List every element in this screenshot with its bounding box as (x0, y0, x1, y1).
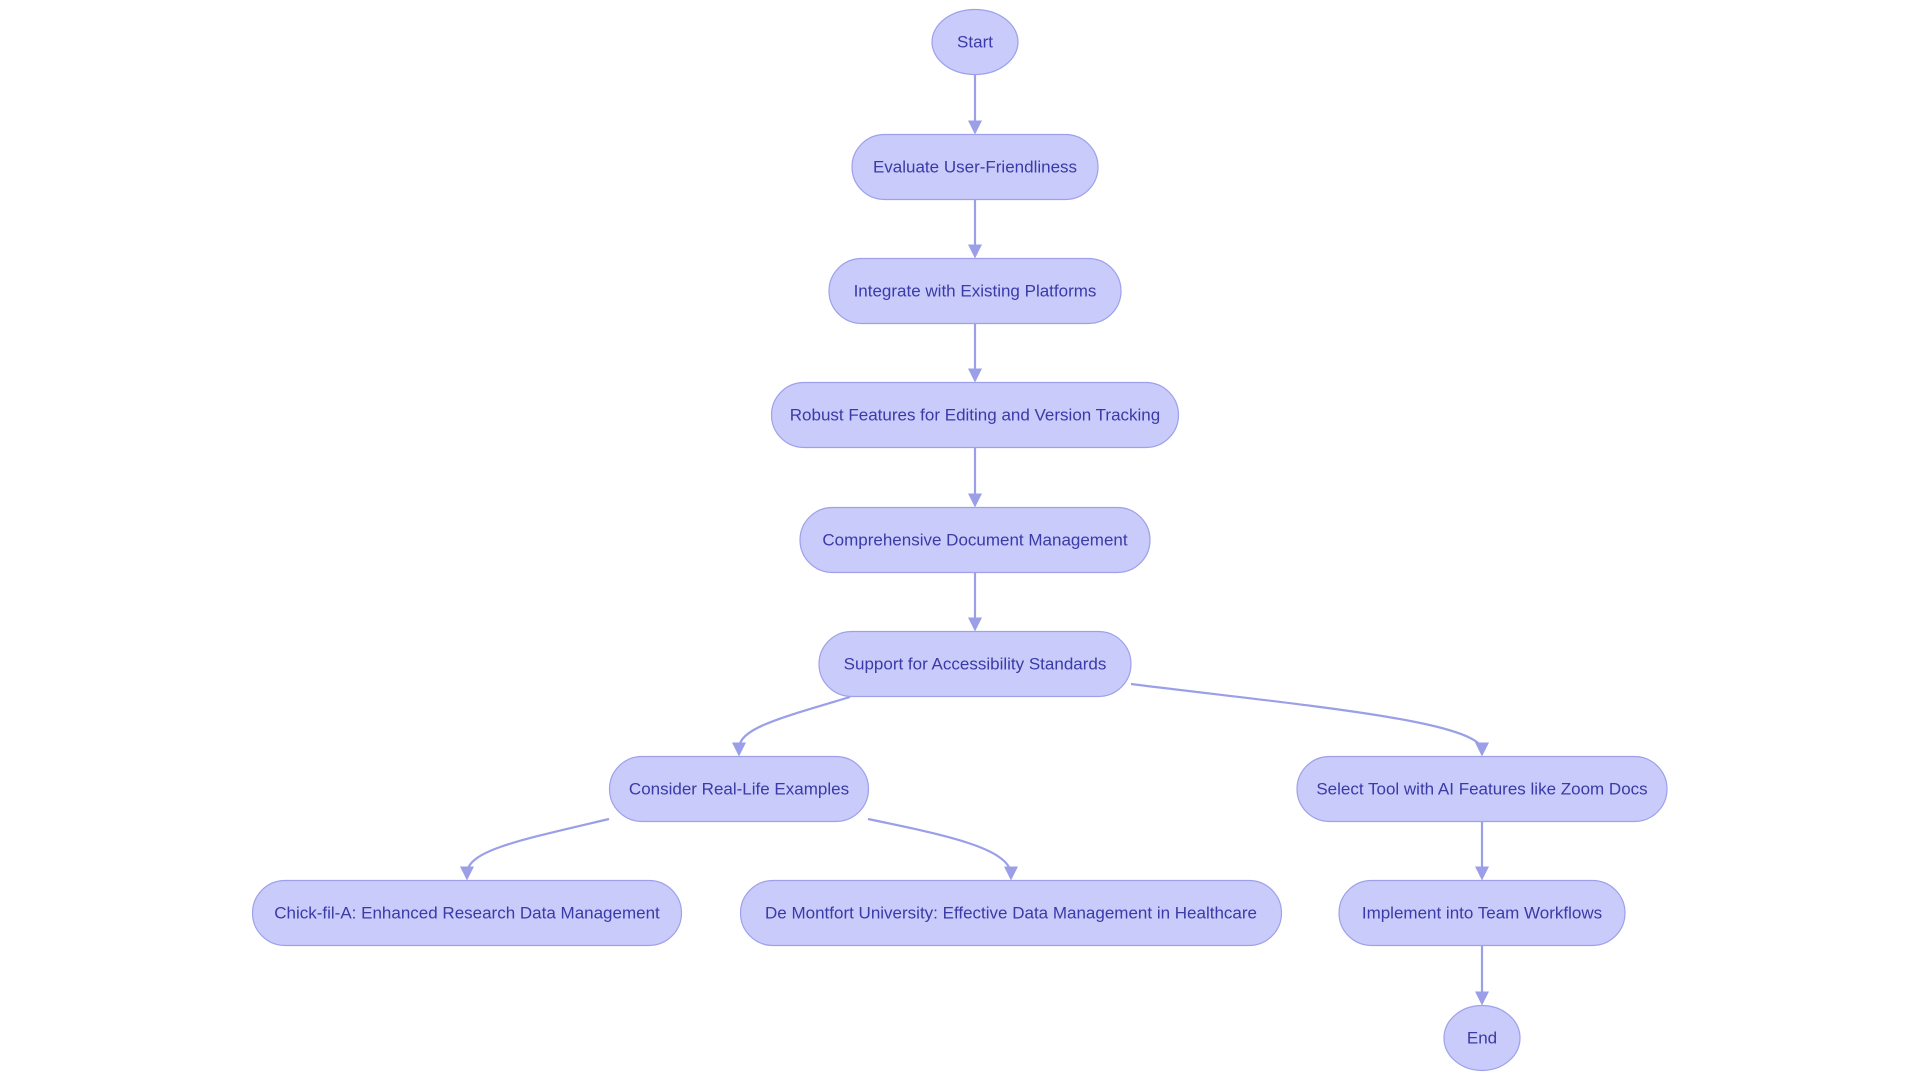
arrowhead-icon (1475, 742, 1489, 757)
node-select[interactable]: Select Tool with AI Features like Zoom D… (1296, 755, 1668, 823)
node-comprehensive[interactable]: Comprehensive Document Management (799, 506, 1151, 574)
edge-integrate-to-robust (968, 323, 982, 383)
edge-support-to-consider (732, 695, 851, 757)
nodes-layer: Start Evaluate User-Friendliness Integrate… (251, 8, 1668, 1072)
node-label: End (1467, 1029, 1497, 1048)
arrowhead-icon (968, 120, 982, 135)
arrowhead-icon (968, 493, 982, 508)
arrowhead-icon (460, 866, 474, 881)
edge-comprehensive-to-support (968, 572, 982, 632)
node-label: Consider Real-Life Examples (629, 780, 849, 799)
edge-line (1130, 682, 1484, 749)
node-label: Select Tool with AI Features like Zoom D… (1316, 780, 1647, 799)
node-label: Comprehensive Document Management (822, 531, 1127, 550)
node-label: Implement into Team Workflows (1362, 904, 1602, 923)
node-implement[interactable]: Implement into Team Workflows (1338, 879, 1626, 947)
edge-line (867, 817, 1013, 873)
arrowhead-icon (1004, 866, 1018, 881)
node-support[interactable]: Support for Accessibility Standards (818, 630, 1132, 698)
node-demontfort[interactable]: De Montfort University: Effective Data M… (739, 879, 1283, 947)
arrowhead-icon (1475, 866, 1489, 881)
node-robust[interactable]: Robust Features for Editing and Version … (770, 381, 1180, 449)
node-label: Support for Accessibility Standards (844, 655, 1107, 674)
arrowhead-icon (732, 742, 746, 757)
node-start[interactable]: Start (931, 8, 1019, 76)
node-label: Robust Features for Editing and Version … (790, 406, 1160, 425)
node-chickfila[interactable]: Chick-fil-A: Enhanced Research Data Mana… (251, 879, 683, 947)
edge-evaluate-to-integrate (968, 199, 982, 259)
node-label: Chick-fil-A: Enhanced Research Data Mana… (274, 904, 660, 923)
arrowhead-icon (968, 617, 982, 632)
node-evaluate[interactable]: Evaluate User-Friendliness (851, 133, 1099, 201)
node-consider[interactable]: Consider Real-Life Examples (608, 755, 870, 823)
edge-consider-to-demontfort (867, 817, 1018, 881)
edge-consider-to-chickfila (460, 817, 610, 881)
edge-line (737, 695, 851, 749)
edge-select-to-implement (1475, 821, 1489, 881)
node-integrate[interactable]: Integrate with Existing Platforms (828, 257, 1122, 325)
node-label: Integrate with Existing Platforms (854, 282, 1097, 301)
flowchart: Start Evaluate User-Friendliness Integrate… (251, 8, 1668, 1072)
edge-line (465, 817, 610, 873)
node-label: Evaluate User-Friendliness (873, 158, 1077, 177)
arrowhead-icon (1475, 991, 1489, 1006)
edge-support-to-select (1130, 682, 1489, 757)
edge-implement-to-end (1475, 945, 1489, 1006)
edge-robust-to-comprehensive (968, 447, 982, 508)
node-end[interactable]: End (1443, 1004, 1521, 1072)
node-label: Start (957, 33, 993, 52)
edge-start-to-evaluate (968, 74, 982, 135)
arrowhead-icon (968, 368, 982, 383)
node-label: De Montfort University: Effective Data M… (765, 904, 1257, 923)
arrowhead-icon (968, 244, 982, 259)
